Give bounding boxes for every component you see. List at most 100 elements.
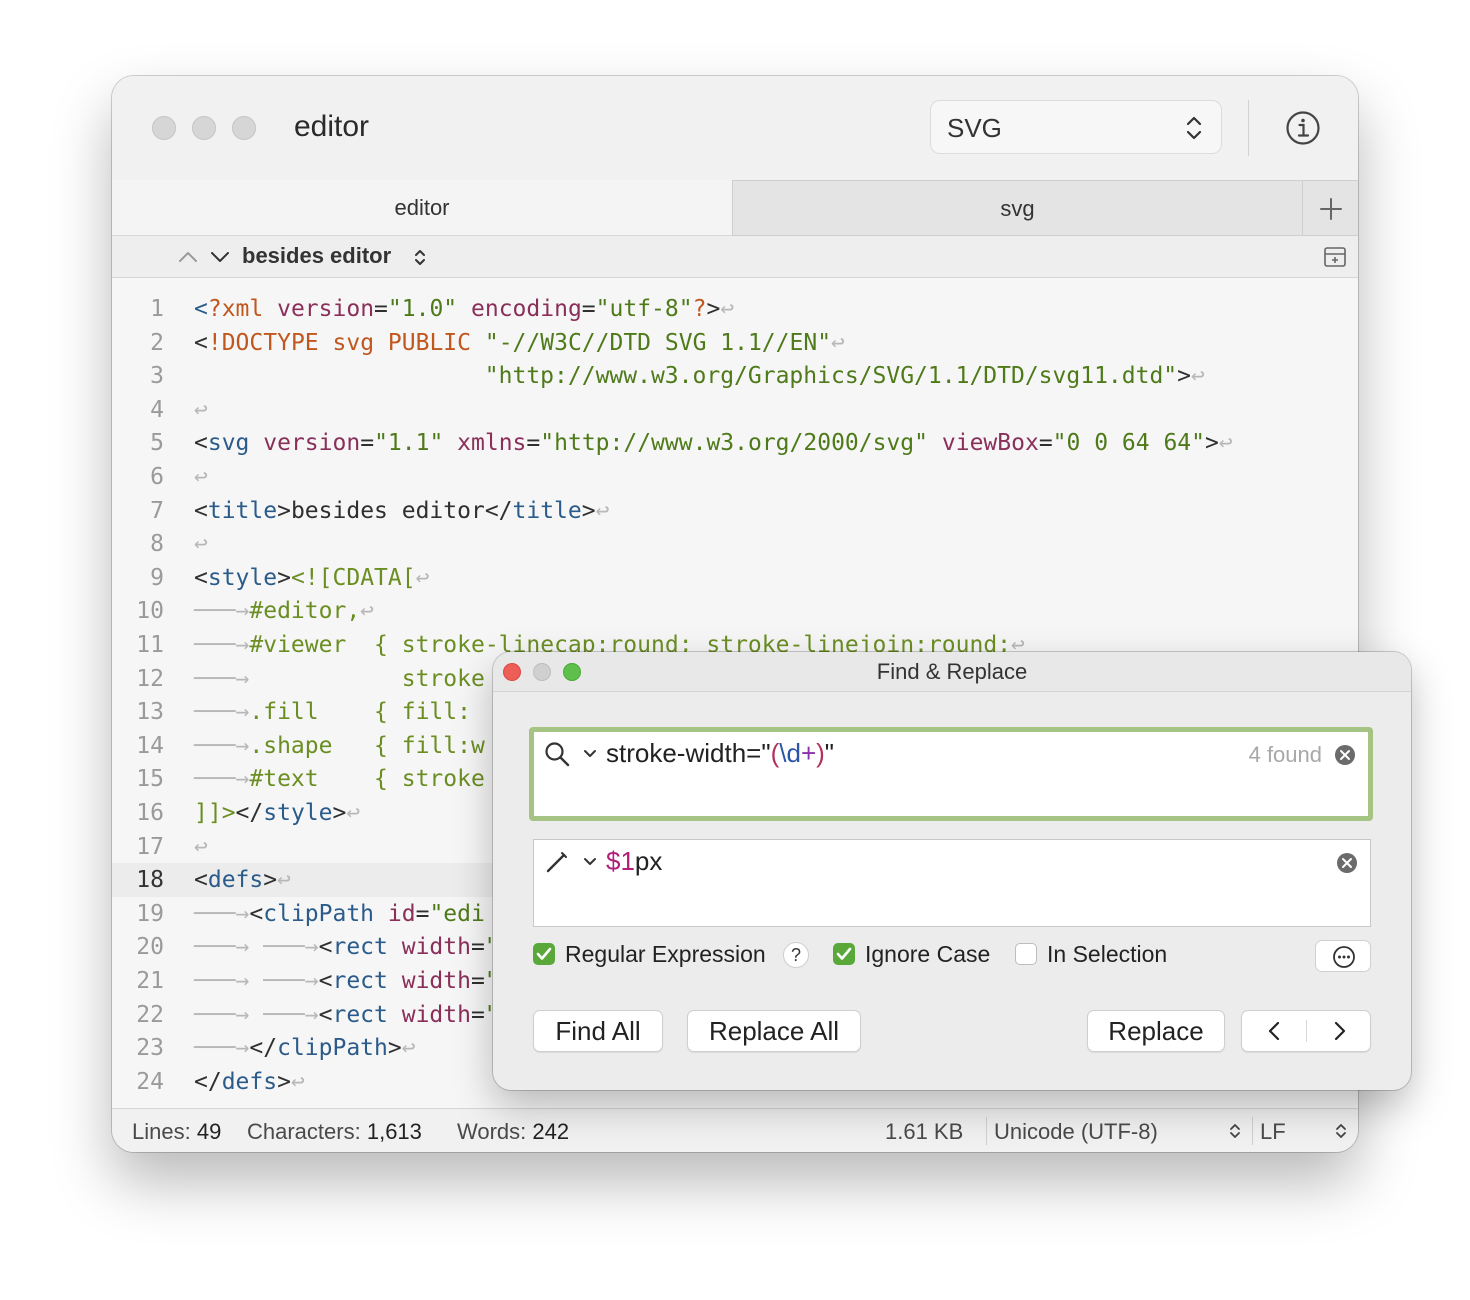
- ignore-case-label: Ignore Case: [865, 941, 991, 967]
- chevron-down-icon[interactable]: [582, 748, 598, 760]
- line-number: 1: [150, 296, 164, 322]
- code-text: </defs>↩: [194, 1068, 305, 1095]
- status-divider: [1252, 1117, 1253, 1145]
- regular-expression-checkbox[interactable]: [533, 943, 555, 965]
- code-line[interactable]: 4 ↩: [112, 393, 1358, 427]
- chevron-up-down-icon: [1336, 1124, 1346, 1138]
- chevron-left-icon[interactable]: [1264, 1020, 1286, 1042]
- code-line[interactable]: 9 <style><![CDATA[↩: [112, 561, 1358, 595]
- find-replace-panel: Find & Replace stroke-width="(\d+)" 4 fo…: [493, 652, 1411, 1090]
- chevron-down-icon[interactable]: [210, 247, 230, 267]
- code-text: ───→ ───→<rect width=": [194, 968, 499, 994]
- in-selection-checkbox[interactable]: [1015, 943, 1037, 965]
- minimize-window-button[interactable]: [192, 116, 216, 140]
- chevron-right-icon[interactable]: [1328, 1020, 1350, 1042]
- line-number: 18: [136, 867, 164, 894]
- code-line[interactable]: 6 ↩: [112, 460, 1358, 494]
- code-text: ]]></style>↩: [194, 800, 361, 826]
- panel-title-bar: Find & Replace: [493, 652, 1411, 692]
- outline-menu[interactable]: besides editor: [242, 243, 391, 269]
- code-line[interactable]: 10 ───→#editor,↩: [112, 594, 1358, 628]
- line-number: 23: [136, 1035, 164, 1062]
- replace-input[interactable]: $1px: [533, 839, 1371, 927]
- character-count-value: 1,613: [366, 1119, 422, 1144]
- code-line[interactable]: 3 "http://www.w3.org/Graphics/SVG/1.1/DT…: [112, 359, 1358, 393]
- word-count-label: Words:: [457, 1119, 527, 1144]
- ignore-case-checkbox[interactable]: [833, 943, 855, 965]
- line-number: 22: [136, 1001, 164, 1028]
- match-count: 4 found: [1248, 742, 1322, 767]
- code-text: <title>besides editor</title>↩: [194, 497, 610, 524]
- code-text: ───→ ───→<rect width=": [194, 1001, 499, 1028]
- find-input[interactable]: stroke-width="(\d+)" 4 found: [529, 727, 1373, 821]
- replace-text-literal: px: [634, 846, 663, 876]
- new-tab-button[interactable]: [1302, 180, 1358, 236]
- title-bar: editor SVG: [112, 76, 1358, 180]
- character-count-label: Characters:: [247, 1119, 361, 1144]
- panel-title: Find & Replace: [876, 659, 1028, 684]
- line-number: 21: [136, 968, 164, 994]
- magnifying-glass-icon: [545, 742, 570, 767]
- syntax-selector[interactable]: SVG: [930, 100, 1222, 154]
- chevron-up-icon[interactable]: [178, 247, 198, 267]
- code-line[interactable]: 5 <svg version="1.1" xmlns="http://www.w3…: [112, 426, 1358, 460]
- line-number: 17: [136, 833, 164, 860]
- replace-button[interactable]: Replace: [1087, 1010, 1225, 1052]
- word-count-value: 242: [532, 1119, 570, 1144]
- find-text-group-open: (: [770, 738, 780, 768]
- plus-icon: [1320, 198, 1342, 220]
- chevron-down-icon[interactable]: [582, 856, 598, 868]
- code-text: <svg version="1.1" xmlns="http://www.w3.…: [194, 430, 1233, 457]
- line-count-value: 49: [196, 1119, 222, 1144]
- code-text: <?xml version="1.0" encoding="utf-8"?>↩: [194, 296, 735, 322]
- clear-icon[interactable]: [1336, 852, 1358, 874]
- segment-divider: [1306, 1020, 1307, 1042]
- window-title: editor: [294, 110, 370, 143]
- code-text: ───→#text { stroke: [194, 766, 485, 793]
- code-line[interactable]: 1 <?xml version="1.0" encoding="utf-8"?>↩: [112, 292, 1358, 326]
- split-editor-icon[interactable]: [1323, 245, 1347, 269]
- zoom-window-button[interactable]: [232, 116, 256, 140]
- line-number: 6: [150, 464, 164, 490]
- line-number: 20: [136, 934, 164, 961]
- code-text: <defs>↩: [194, 867, 291, 894]
- replace-input-value: $1px: [606, 846, 662, 877]
- code-text: <!DOCTYPE svg PUBLIC "-//W3C//DTD SVG 1.…: [194, 329, 845, 356]
- tab-svg[interactable]: svg: [732, 180, 1302, 236]
- clear-icon[interactable]: [1334, 744, 1356, 766]
- find-all-button[interactable]: Find All: [533, 1010, 663, 1052]
- line-number: 24: [136, 1068, 164, 1095]
- info-icon[interactable]: [1285, 110, 1321, 146]
- toolbar-divider: [1248, 100, 1249, 156]
- encoding-selector[interactable]: Unicode (UTF-8): [994, 1119, 1158, 1145]
- code-text: <style><![CDATA[↩: [194, 564, 430, 591]
- close-window-button[interactable]: [152, 116, 176, 140]
- line-number: 2: [150, 329, 164, 356]
- line-number: 7: [150, 497, 164, 524]
- code-text: ───→</clipPath>↩: [194, 1035, 416, 1062]
- line-number: 9: [150, 564, 164, 591]
- regex-help-button[interactable]: ?: [783, 942, 809, 968]
- line-ending-selector[interactable]: LF: [1260, 1119, 1286, 1145]
- line-number: 11: [136, 632, 164, 658]
- find-text-digit-class: \d: [779, 738, 801, 768]
- chevron-up-down-icon: [415, 250, 425, 265]
- more-options-button[interactable]: [1315, 940, 1371, 972]
- code-line[interactable]: 8 ↩: [112, 527, 1358, 561]
- line-number: 10: [136, 598, 164, 625]
- code-text: "http://www.w3.org/Graphics/SVG/1.1/DTD/…: [484, 363, 1205, 390]
- in-selection-label: In Selection: [1047, 941, 1168, 967]
- code-text: ↩: [194, 464, 208, 490]
- chevron-up-down-icon: [1230, 1124, 1240, 1138]
- tab-editor[interactable]: editor: [112, 180, 732, 236]
- navigation-bar: besides editor: [112, 236, 1358, 278]
- code-line[interactable]: 7 <title>besides editor</title>↩: [112, 494, 1358, 528]
- checkmark-icon: [836, 947, 852, 960]
- line-number: 15: [136, 766, 164, 793]
- replace-all-button[interactable]: Replace All: [687, 1010, 861, 1052]
- code-text: ↩: [194, 396, 208, 423]
- code-text: ───→.fill { fill:: [194, 699, 471, 726]
- checkmark-icon: [536, 947, 552, 960]
- code-line[interactable]: 2 <!DOCTYPE svg PUBLIC "-//W3C//DTD SVG 1…: [112, 326, 1358, 360]
- character-count: Characters: 1,613: [247, 1119, 422, 1145]
